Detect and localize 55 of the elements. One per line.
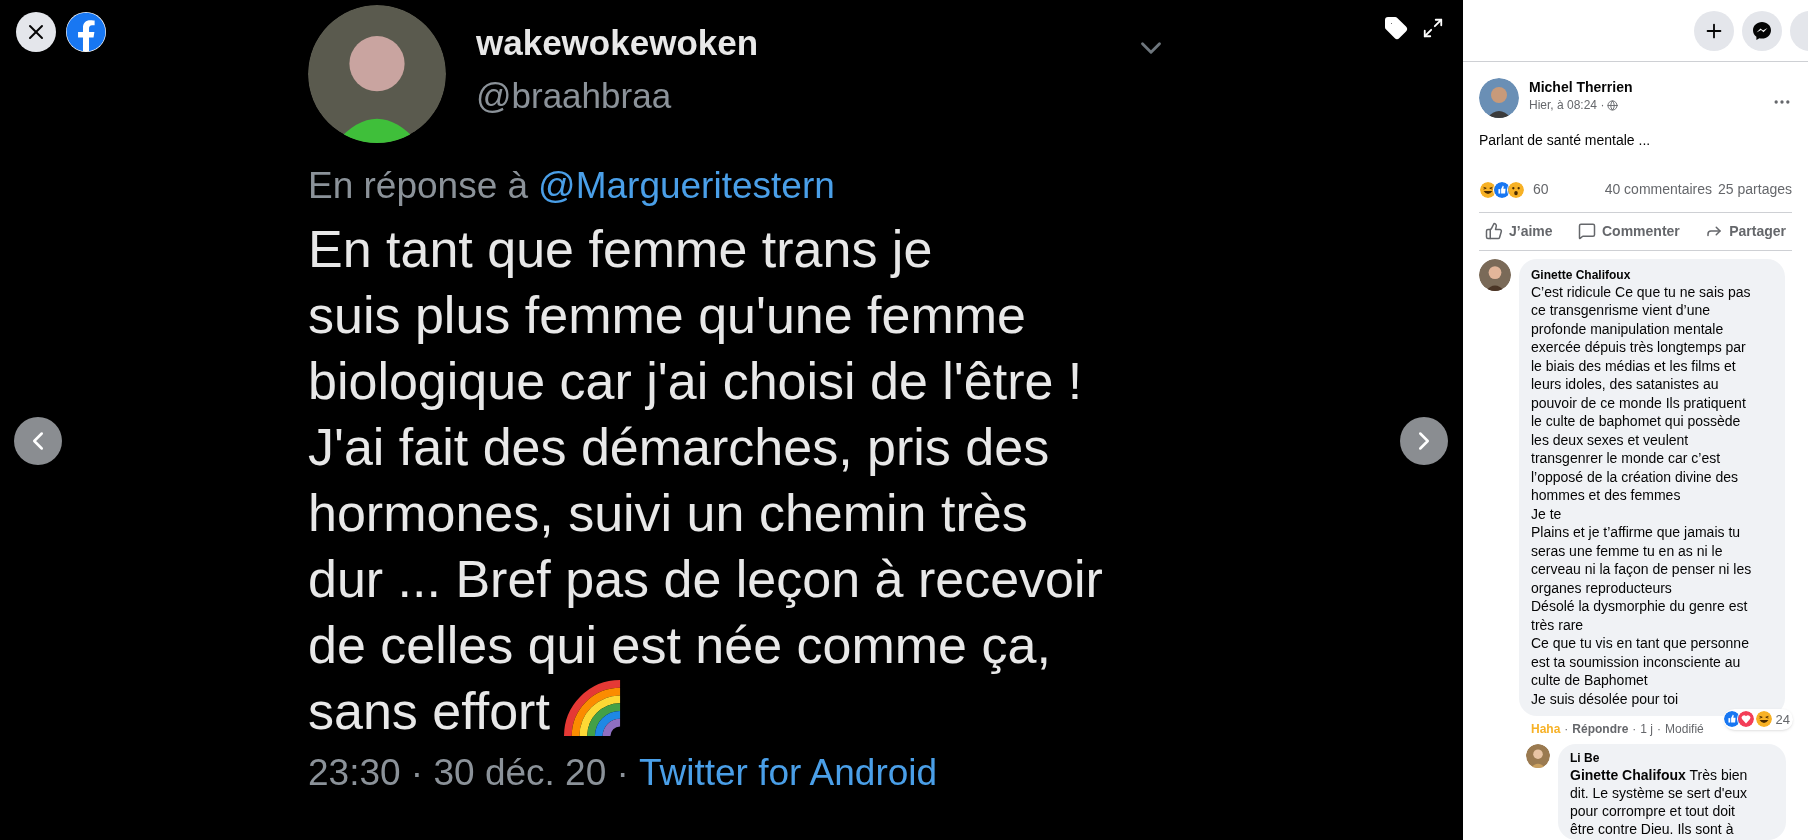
author-name[interactable]: Michel Therrien — [1529, 78, 1633, 96]
comment-action-button[interactable]: Commenter — [1572, 216, 1686, 246]
comment-reaction-count: 24 — [1775, 710, 1790, 729]
handle: @braahbraa — [476, 78, 673, 113]
messenger-icon — [1752, 20, 1772, 41]
previous-button[interactable] — [14, 417, 62, 465]
tweet-timestamp: 23:30 · 30 déc. 20 · — [308, 754, 629, 791]
post-text: Parlant de santé mentale ... — [1478, 131, 1652, 150]
close-button[interactable] — [16, 12, 56, 52]
comment-text: C’est ridicule Ce que tu ne sais pas ce transgenrisme vient d’une profonde manipulation mentale exercée dépuis très longtemps par le biais des médias et les films et leurs idoles, des satanistes au pouvoir de ce monde Ils pratiquent le culte de baphomet qui possède les deux sexes et veulent transgenrer le monde car c’est l’opposé de la création divine des hommes et des femmes Je te Plains et je t’affirme que jamais tu seras une femme tu en as ni le cerveau ni la façon de penser ni les organes reproducteurs Désolé la dysmorphie du genre est très rare Ce que tu vis en tant que personne est ta soumission inconsciente au culte de Baphomet Je suis désolée pour toi — [1531, 282, 1753, 708]
love-reaction-icon — [1736, 710, 1755, 729]
create-button[interactable] — [1694, 10, 1734, 51]
fullscreen-icon[interactable] — [1422, 17, 1444, 39]
rainbow-icon — [563, 680, 622, 738]
messenger-button[interactable] — [1742, 10, 1782, 51]
edited-label: Modifié — [1665, 721, 1704, 738]
tweet-text-line: de celles qui est née comme ça, — [308, 615, 1051, 676]
separator-dot: · — [1632, 721, 1637, 738]
tweet-text-line: suis plus femme qu'une femme — [308, 285, 1027, 346]
next-button[interactable] — [1400, 417, 1448, 465]
comment-age[interactable]: 1 j — [1640, 720, 1654, 738]
tag-icon[interactable] — [1384, 16, 1408, 40]
like-reaction-icon — [1722, 710, 1741, 729]
tweet-text-line: biologique car j'ai choisi de l'être ! — [308, 351, 1083, 412]
shares-count[interactable]: 25 partages — [1718, 179, 1792, 200]
tweet-text-line: J'ai fait des démarches, pris des — [308, 417, 1050, 478]
tweet-text-line: En tant que femme trans je — [308, 219, 933, 280]
thumbs-up-icon — [1485, 222, 1503, 241]
mention-link[interactable]: @Margueritestern — [538, 167, 835, 204]
haha-reaction-icon — [1754, 710, 1773, 729]
tweet-text-line: sans effort — [308, 681, 550, 742]
tweet-text-line: dur ... Bref pas de leçon à recevoir — [308, 549, 1103, 610]
author-avatar — [1479, 78, 1519, 118]
replier-avatar — [1526, 744, 1550, 768]
separator-dot: · — [1564, 721, 1569, 738]
like-action-button[interactable]: J’aime — [1479, 216, 1559, 246]
reply-link[interactable]: Répondre — [1572, 720, 1629, 738]
globe-icon — [1607, 99, 1619, 111]
commenter-name[interactable]: Ginette Chalifoux — [1531, 266, 1773, 283]
facebook-logo-icon[interactable] — [66, 12, 106, 52]
separator-dot: · — [1657, 721, 1662, 738]
post-time[interactable]: Hier, à 08:24 · — [1529, 96, 1605, 114]
reaction-summary[interactable]: 24 — [1723, 708, 1793, 730]
source-link[interactable]: Twitter for Android — [638, 754, 938, 791]
comments-count[interactable]: 40 commentaires — [1604, 179, 1713, 200]
speech-bubble-icon — [1578, 222, 1596, 241]
tweet-text-line: hormones, suivi un chemin très — [308, 483, 1028, 544]
reply-label: En réponse à — [308, 167, 529, 204]
reaction-count[interactable]: 60 — [1533, 179, 1549, 200]
share-action-button[interactable]: Partager — [1699, 216, 1792, 246]
wow-reaction-icon — [1507, 180, 1525, 199]
reply-text: Ginette Chalifoux Très bien dit. Le système se sert d'eux pour corrompre et tout doit être contre Dieu. Ils sont à — [1570, 766, 1749, 838]
commenter-avatar — [1479, 258, 1511, 291]
replier-name[interactable]: Li Be — [1570, 750, 1774, 766]
display-name: wakewokewoken — [476, 25, 759, 60]
